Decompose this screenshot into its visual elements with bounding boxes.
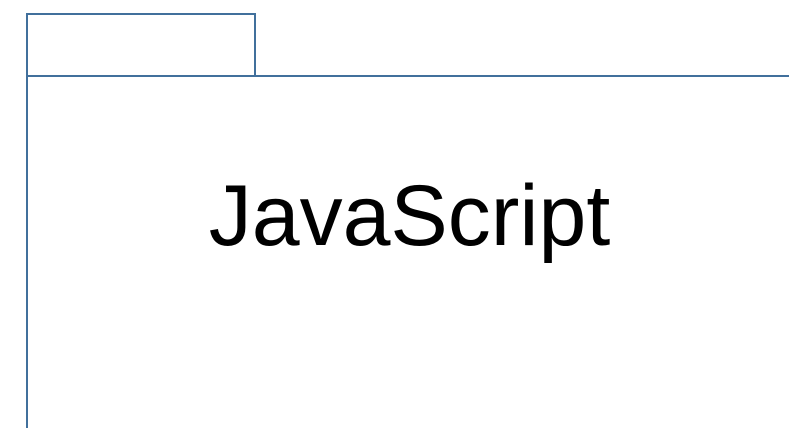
package-tab: [26, 13, 256, 76]
package-diagram: JavaScript: [0, 0, 789, 428]
package-name-label: JavaScript: [208, 168, 611, 264]
package-body: JavaScript: [26, 75, 789, 428]
